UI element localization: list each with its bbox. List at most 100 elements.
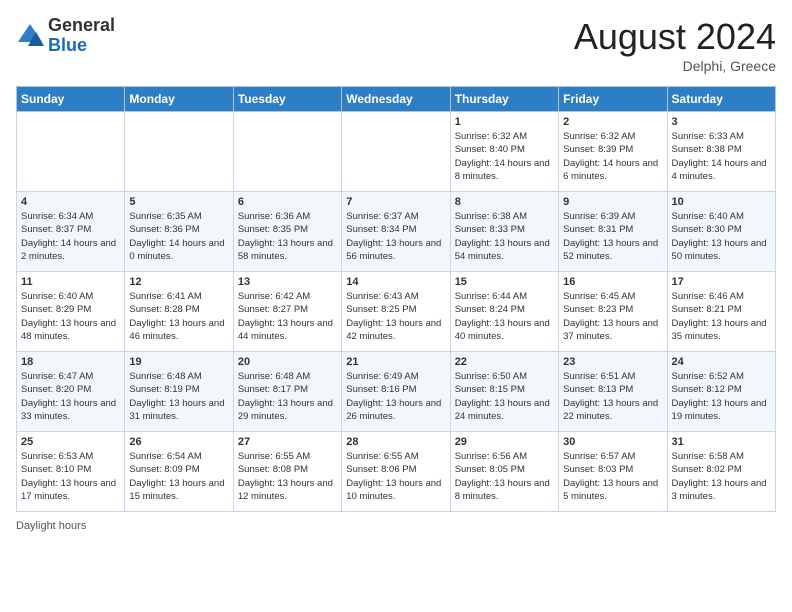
sunset: Sunset: 8:03 PM (563, 464, 633, 475)
day-number: 15 (455, 276, 554, 288)
daylight: Daylight: 13 hours and 58 minutes. (238, 238, 333, 262)
day-number: 27 (238, 436, 337, 448)
daylight: Daylight: 13 hours and 46 minutes. (129, 318, 224, 342)
sunset: Sunset: 8:21 PM (672, 304, 742, 315)
day-info: Sunrise: 6:48 AM Sunset: 8:17 PM Dayligh… (238, 370, 337, 423)
day-number: 19 (129, 356, 228, 368)
daylight: Daylight: 13 hours and 17 minutes. (21, 478, 116, 502)
calendar-cell: 11 Sunrise: 6:40 AM Sunset: 8:29 PM Dayl… (17, 272, 125, 352)
daylight: Daylight: 13 hours and 42 minutes. (346, 318, 441, 342)
day-number: 7 (346, 196, 445, 208)
day-number: 23 (563, 356, 662, 368)
calendar-cell: 8 Sunrise: 6:38 AM Sunset: 8:33 PM Dayli… (450, 192, 558, 272)
day-info: Sunrise: 6:55 AM Sunset: 8:06 PM Dayligh… (346, 450, 445, 503)
daylight: Daylight: 13 hours and 52 minutes. (563, 238, 658, 262)
day-header-saturday: Saturday (667, 87, 775, 112)
day-header-row: SundayMondayTuesdayWednesdayThursdayFrid… (17, 87, 776, 112)
calendar-cell: 6 Sunrise: 6:36 AM Sunset: 8:35 PM Dayli… (233, 192, 341, 272)
day-number: 24 (672, 356, 771, 368)
day-number: 14 (346, 276, 445, 288)
sunrise: Sunrise: 6:54 AM (129, 451, 201, 462)
sunset: Sunset: 8:19 PM (129, 384, 199, 395)
daylight: Daylight: 13 hours and 56 minutes. (346, 238, 441, 262)
day-info: Sunrise: 6:39 AM Sunset: 8:31 PM Dayligh… (563, 210, 662, 263)
sunrise: Sunrise: 6:48 AM (129, 371, 201, 382)
daylight: Daylight: 13 hours and 50 minutes. (672, 238, 767, 262)
calendar-cell: 31 Sunrise: 6:58 AM Sunset: 8:02 PM Dayl… (667, 432, 775, 512)
sunset: Sunset: 8:39 PM (563, 144, 633, 155)
sunset: Sunset: 8:27 PM (238, 304, 308, 315)
sunset: Sunset: 8:31 PM (563, 224, 633, 235)
sunrise: Sunrise: 6:58 AM (672, 451, 744, 462)
sunrise: Sunrise: 6:40 AM (672, 211, 744, 222)
day-info: Sunrise: 6:43 AM Sunset: 8:25 PM Dayligh… (346, 290, 445, 343)
calendar-cell: 23 Sunrise: 6:51 AM Sunset: 8:13 PM Dayl… (559, 352, 667, 432)
calendar-week-row: 4 Sunrise: 6:34 AM Sunset: 8:37 PM Dayli… (17, 192, 776, 272)
day-number: 21 (346, 356, 445, 368)
daylight-hours-label: Daylight hours (16, 520, 86, 532)
calendar-cell: 16 Sunrise: 6:45 AM Sunset: 8:23 PM Dayl… (559, 272, 667, 352)
calendar-cell: 27 Sunrise: 6:55 AM Sunset: 8:08 PM Dayl… (233, 432, 341, 512)
calendar-cell: 15 Sunrise: 6:44 AM Sunset: 8:24 PM Dayl… (450, 272, 558, 352)
sunset: Sunset: 8:37 PM (21, 224, 91, 235)
daylight: Daylight: 13 hours and 33 minutes. (21, 398, 116, 422)
sunrise: Sunrise: 6:56 AM (455, 451, 527, 462)
sunset: Sunset: 8:10 PM (21, 464, 91, 475)
sunrise: Sunrise: 6:38 AM (455, 211, 527, 222)
calendar-cell: 5 Sunrise: 6:35 AM Sunset: 8:36 PM Dayli… (125, 192, 233, 272)
day-number: 1 (455, 116, 554, 128)
day-info: Sunrise: 6:41 AM Sunset: 8:28 PM Dayligh… (129, 290, 228, 343)
sunrise: Sunrise: 6:52 AM (672, 371, 744, 382)
day-number: 18 (21, 356, 120, 368)
day-info: Sunrise: 6:48 AM Sunset: 8:19 PM Dayligh… (129, 370, 228, 423)
daylight: Daylight: 13 hours and 22 minutes. (563, 398, 658, 422)
daylight: Daylight: 13 hours and 12 minutes. (238, 478, 333, 502)
sunset: Sunset: 8:09 PM (129, 464, 199, 475)
daylight: Daylight: 13 hours and 15 minutes. (129, 478, 224, 502)
calendar-cell: 21 Sunrise: 6:49 AM Sunset: 8:16 PM Dayl… (342, 352, 450, 432)
sunrise: Sunrise: 6:43 AM (346, 291, 418, 302)
day-number: 28 (346, 436, 445, 448)
calendar-cell: 29 Sunrise: 6:56 AM Sunset: 8:05 PM Dayl… (450, 432, 558, 512)
daylight: Daylight: 14 hours and 8 minutes. (455, 158, 550, 182)
logo-blue: Blue (48, 35, 87, 55)
daylight: Daylight: 13 hours and 37 minutes. (563, 318, 658, 342)
sunrise: Sunrise: 6:53 AM (21, 451, 93, 462)
sunset: Sunset: 8:25 PM (346, 304, 416, 315)
day-info: Sunrise: 6:38 AM Sunset: 8:33 PM Dayligh… (455, 210, 554, 263)
sunrise: Sunrise: 6:44 AM (455, 291, 527, 302)
sunset: Sunset: 8:40 PM (455, 144, 525, 155)
sunrise: Sunrise: 6:41 AM (129, 291, 201, 302)
sunrise: Sunrise: 6:42 AM (238, 291, 310, 302)
calendar-cell: 12 Sunrise: 6:41 AM Sunset: 8:28 PM Dayl… (125, 272, 233, 352)
daylight: Daylight: 13 hours and 35 minutes. (672, 318, 767, 342)
calendar-cell: 28 Sunrise: 6:55 AM Sunset: 8:06 PM Dayl… (342, 432, 450, 512)
daylight: Daylight: 13 hours and 54 minutes. (455, 238, 550, 262)
sunset: Sunset: 8:28 PM (129, 304, 199, 315)
sunset: Sunset: 8:20 PM (21, 384, 91, 395)
sunset: Sunset: 8:06 PM (346, 464, 416, 475)
sunset: Sunset: 8:30 PM (672, 224, 742, 235)
calendar-week-row: 1 Sunrise: 6:32 AM Sunset: 8:40 PM Dayli… (17, 112, 776, 192)
sunrise: Sunrise: 6:47 AM (21, 371, 93, 382)
day-info: Sunrise: 6:45 AM Sunset: 8:23 PM Dayligh… (563, 290, 662, 343)
day-info: Sunrise: 6:40 AM Sunset: 8:29 PM Dayligh… (21, 290, 120, 343)
footer: Daylight hours (16, 520, 776, 532)
day-info: Sunrise: 6:46 AM Sunset: 8:21 PM Dayligh… (672, 290, 771, 343)
day-info: Sunrise: 6:57 AM Sunset: 8:03 PM Dayligh… (563, 450, 662, 503)
sunrise: Sunrise: 6:33 AM (672, 131, 744, 142)
sunrise: Sunrise: 6:45 AM (563, 291, 635, 302)
calendar-cell: 25 Sunrise: 6:53 AM Sunset: 8:10 PM Dayl… (17, 432, 125, 512)
calendar-cell: 9 Sunrise: 6:39 AM Sunset: 8:31 PM Dayli… (559, 192, 667, 272)
calendar-cell: 3 Sunrise: 6:33 AM Sunset: 8:38 PM Dayli… (667, 112, 775, 192)
day-number: 31 (672, 436, 771, 448)
sunset: Sunset: 8:05 PM (455, 464, 525, 475)
day-info: Sunrise: 6:56 AM Sunset: 8:05 PM Dayligh… (455, 450, 554, 503)
calendar-cell (125, 112, 233, 192)
calendar-cell: 4 Sunrise: 6:34 AM Sunset: 8:37 PM Dayli… (17, 192, 125, 272)
sunrise: Sunrise: 6:48 AM (238, 371, 310, 382)
daylight: Daylight: 14 hours and 4 minutes. (672, 158, 767, 182)
calendar-cell: 2 Sunrise: 6:32 AM Sunset: 8:39 PM Dayli… (559, 112, 667, 192)
sunrise: Sunrise: 6:40 AM (21, 291, 93, 302)
daylight: Daylight: 13 hours and 10 minutes. (346, 478, 441, 502)
